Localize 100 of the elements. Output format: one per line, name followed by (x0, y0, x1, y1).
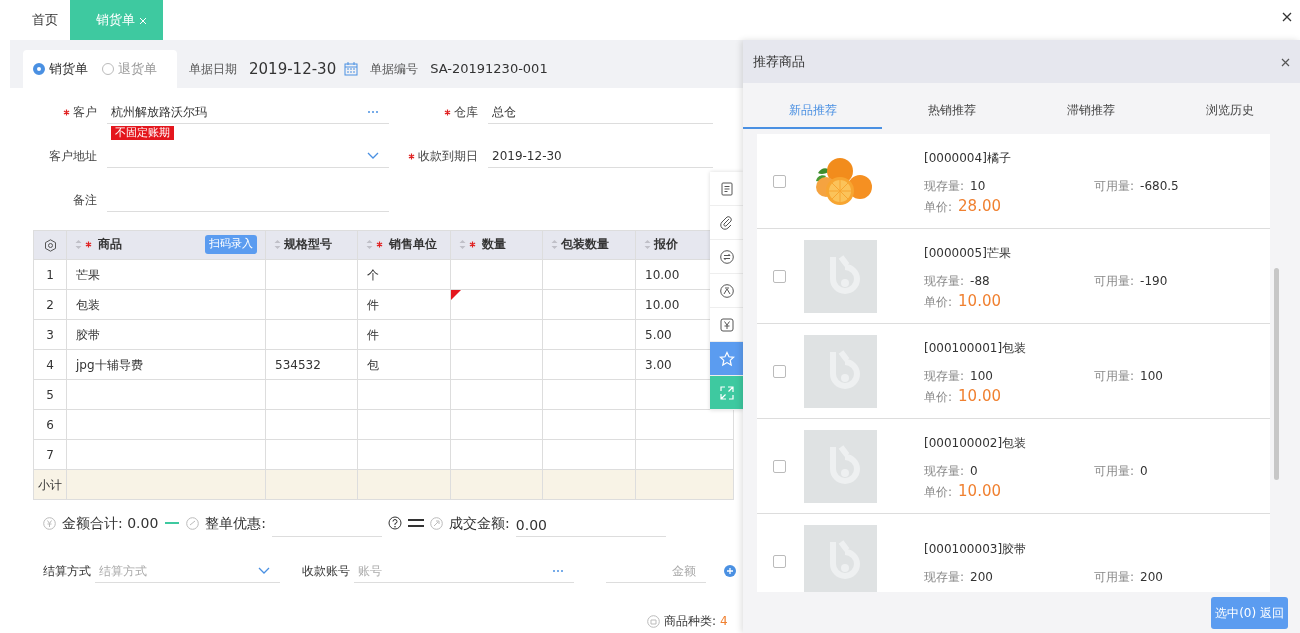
price-label: 单价: (924, 483, 953, 501)
add-icon[interactable] (724, 565, 736, 577)
field-label: 仓库 (454, 105, 478, 119)
quantity-cell[interactable] (450, 379, 543, 410)
field-label: 客户地址 (49, 149, 97, 163)
row-number: 5 (33, 379, 67, 410)
table-cell: 包装 (76, 297, 100, 312)
table-cell: 芒果 (76, 267, 100, 282)
stock-label: 现存量: (924, 462, 965, 480)
quantity-cell[interactable] (450, 439, 543, 470)
equals-icon (408, 519, 425, 527)
available-label: 可用量: (1094, 367, 1135, 385)
account-label: 收款账号 (302, 563, 350, 580)
input-field[interactable]: 杭州解放路沃尔玛 (107, 100, 389, 124)
product-name: [000100001]包装 (924, 339, 1028, 357)
radio-option[interactable]: 销货单 (33, 59, 88, 79)
price-label: 单价: (924, 293, 953, 311)
chevron-down-icon (367, 151, 379, 160)
minus-icon (164, 521, 181, 525)
discount-label: 整单优惠: (205, 513, 267, 533)
table-cell: 件 (367, 327, 379, 342)
row-number: 6 (33, 409, 67, 440)
exchange-icon (718, 248, 735, 265)
checkbox[interactable] (773, 364, 786, 378)
quantity-cell[interactable] (450, 409, 543, 440)
table-cell: 包 (367, 357, 379, 372)
checkbox[interactable] (773, 459, 786, 473)
discount-icon (186, 517, 200, 530)
quantity-cell[interactable] (450, 349, 543, 380)
doc-number-label: 单据编号 (370, 61, 419, 78)
tab[interactable]: 浏览历史 (1160, 101, 1300, 129)
panel-title: 推荐商品 (753, 52, 805, 71)
table-cell: 5.00 (645, 327, 672, 342)
doc-number-value: SA-20191230-001 (430, 60, 548, 79)
toolbar-button[interactable] (710, 240, 743, 274)
quantity-cell[interactable] (450, 259, 543, 290)
toolbar-button[interactable] (710, 172, 743, 206)
available-label: 可用量: (1094, 462, 1135, 480)
final-amount-label: 成交金额: (449, 513, 510, 533)
available-value: 200 (1140, 569, 1163, 586)
row-number: 7 (33, 439, 67, 470)
stock-value: 200 (970, 569, 993, 586)
toolbar-button[interactable] (710, 274, 743, 308)
price-label: 单价: (924, 198, 953, 216)
document-icon (718, 180, 735, 197)
tab[interactable]: 滞销推荐 (1021, 101, 1161, 129)
expand-icon (718, 384, 735, 401)
settings-icon[interactable] (43, 239, 57, 252)
input-field[interactable]: 2019-12-30 (488, 144, 713, 168)
yen-note-icon (718, 316, 735, 333)
close-icon[interactable] (1281, 57, 1290, 67)
tag-label: 不固定账期 (111, 126, 174, 140)
table-cell: 10.00 (645, 267, 680, 282)
help-icon[interactable] (388, 516, 403, 530)
price-value: 10.00 (958, 385, 1001, 407)
yen-icon (43, 517, 56, 530)
settlement-label: 结算方式 (43, 563, 91, 580)
final-amount-value: 0.00 (515, 509, 666, 537)
toolbar-button[interactable] (710, 206, 743, 240)
price-label: 单价: (924, 388, 953, 406)
debt-icon (718, 282, 735, 299)
stock-value: -88 (970, 272, 990, 290)
quantity-cell[interactable] (450, 319, 543, 350)
checkbox[interactable] (773, 269, 786, 283)
date-value: 2019-12-30 (249, 58, 337, 80)
table-cell: 534532 (275, 357, 321, 372)
sort-icon (551, 238, 558, 250)
stock-label: 现存量: (924, 569, 965, 586)
table-cell: 胶带 (76, 327, 100, 342)
column-header[interactable]: 商品 (75, 235, 122, 254)
toolbar-button[interactable] (710, 342, 743, 376)
more-icon (552, 568, 564, 573)
sort-icon (459, 238, 466, 250)
toolbar-button[interactable] (710, 308, 743, 342)
sort-icon (366, 238, 373, 250)
table-cell: 10.00 (645, 297, 680, 312)
stock-label: 现存量: (924, 272, 965, 290)
calendar-icon (344, 62, 359, 76)
toolbar-button[interactable] (710, 376, 743, 410)
checkbox[interactable] (773, 174, 786, 188)
input-field[interactable]: 总仓 (488, 100, 713, 124)
sum-amount: 金额合计: 0.00 (62, 513, 159, 533)
date-label: 单据日期 (189, 61, 237, 78)
available-value: -680.5 (1140, 177, 1179, 195)
row-number: 4 (33, 349, 67, 380)
row-number: 2 (33, 289, 67, 320)
available-label: 可用量: (1094, 272, 1135, 290)
tab[interactable]: 热销推荐 (882, 101, 1022, 129)
star-icon (718, 350, 735, 367)
tab[interactable]: 首页 (20, 0, 70, 40)
row-number: 1 (33, 259, 67, 290)
sort-icon (274, 238, 281, 250)
field-label: 收款到期日 (418, 149, 478, 163)
product-name: [000100002]包装 (924, 434, 1028, 452)
scrollbar-thumb[interactable] (1274, 268, 1279, 480)
product-name: [000100003]胶带 (924, 541, 1028, 558)
table-cell: 3.00 (645, 357, 672, 372)
available-value: -190 (1140, 272, 1168, 290)
product-name: [0000005]芒果 (924, 244, 1012, 262)
checkbox[interactable] (773, 554, 786, 568)
